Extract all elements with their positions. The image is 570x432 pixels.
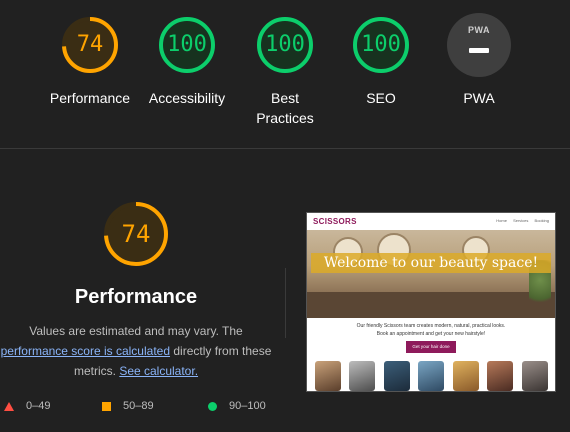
thumbnail-copy: Our friendly Scissors team creates moder… <box>307 322 555 338</box>
gauge-seo[interactable]: 100 SEO <box>331 13 431 108</box>
gauge-accessibility[interactable]: 100 Accessibility <box>137 13 237 108</box>
desc-text-start: Values are estimated and may vary. The <box>29 324 243 338</box>
see-calculator-link[interactable]: See calculator. <box>119 364 198 378</box>
gallery-photo <box>349 361 375 391</box>
triangle-icon <box>4 401 14 411</box>
gauge-best-practices[interactable]: 100 Best Practices <box>235 13 335 128</box>
gallery-photo <box>418 361 444 391</box>
accessibility-label: Accessibility <box>148 90 226 106</box>
score-legend: 0–49 50–89 90–100 <box>0 398 300 418</box>
pwa-badge: PWA <box>447 13 511 77</box>
performance-description: Values are estimated and may vary. The p… <box>0 321 272 381</box>
legend-fail: 0–49 <box>4 398 50 414</box>
gallery-photo <box>453 361 479 391</box>
thumbnail-hero-image: Welcome to our beauty space! <box>307 230 555 318</box>
salon-counter <box>307 292 555 318</box>
section-divider <box>0 148 570 149</box>
thumbnail-banner: Welcome to our beauty space! <box>311 253 551 273</box>
best-practices-label: Best Practices <box>256 90 314 126</box>
legend-average-range: 50–89 <box>123 400 154 412</box>
thumbnail-navbar: SCISSORS Home Services Booking <box>307 213 555 229</box>
gauge-pwa[interactable]: PWA PWA <box>429 13 529 108</box>
legend-average: 50–89 <box>102 398 154 414</box>
thumbnail-cta-button: Get your hair done <box>406 341 456 353</box>
performance-large-gauge: 74 <box>100 198 172 270</box>
thumbnail-nav-links: Home Services Booking <box>491 218 549 223</box>
vertical-divider <box>285 268 286 338</box>
seo-label: SEO <box>366 90 396 106</box>
performance-label: Performance <box>49 90 131 106</box>
legend-fail-range: 0–49 <box>26 400 51 412</box>
thumbnail-nav-home: Home <box>496 218 507 223</box>
gallery-photo <box>315 361 341 391</box>
category-gauges: 74 Performance 100 Accessibility 100 Bes… <box>0 0 570 148</box>
best-practices-score: 100 <box>265 32 305 57</box>
thumbnail-copy-line1: Our friendly Scissors team creates moder… <box>356 323 506 329</box>
pwa-dash-icon <box>469 48 489 53</box>
performance-heading: Performance <box>74 286 198 308</box>
best-practices-score-ring: 100 <box>253 13 317 77</box>
accessibility-score: 100 <box>167 32 207 57</box>
circle-icon <box>208 401 217 411</box>
final-screenshot-thumbnail[interactable]: SCISSORS Home Services Booking Welcome t… <box>306 212 556 392</box>
thumbnail-copy-line2: Book an appointment and get your new hai… <box>376 331 486 337</box>
thumbnail-nav-booking: Booking <box>534 218 549 223</box>
gauge-performance[interactable]: 74 Performance <box>40 13 140 108</box>
seo-score-ring: 100 <box>349 13 413 77</box>
thumbnail-gallery <box>312 361 552 391</box>
performance-score: 74 <box>76 32 104 57</box>
gallery-photo <box>384 361 410 391</box>
seo-score: 100 <box>361 32 401 57</box>
legend-pass: 90–100 <box>208 398 266 414</box>
thumbnail-nav-services: Services <box>513 218 529 223</box>
legend-pass-range: 90–100 <box>229 400 266 412</box>
performance-score-calculated-link[interactable]: performance score is calculated <box>1 344 170 358</box>
gallery-photo <box>487 361 513 391</box>
thumbnail-logo: SCISSORS <box>313 217 357 226</box>
square-icon <box>102 401 111 411</box>
accessibility-score-ring: 100 <box>155 13 219 77</box>
performance-large-score: 74 <box>121 220 151 248</box>
performance-score-ring: 74 <box>58 13 122 77</box>
pwa-badge-text: PWA <box>467 25 490 35</box>
gallery-photo <box>522 361 548 391</box>
pwa-label: PWA <box>463 90 495 106</box>
